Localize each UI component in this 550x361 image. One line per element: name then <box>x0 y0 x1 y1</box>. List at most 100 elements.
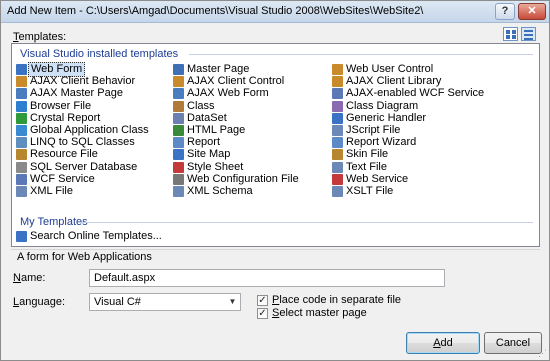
checkbox-box[interactable]: ✓ <box>257 307 268 319</box>
name-label: Name: <box>13 272 45 284</box>
template-item[interactable]: SQL Server Database <box>16 161 137 174</box>
group-header-my-templates: My Templates <box>20 216 88 228</box>
add-button-accelerator: A <box>433 337 441 349</box>
template-item-label: JScript File <box>346 124 401 136</box>
template-item-label: Crystal Report <box>30 111 101 124</box>
template-item-label: Generic Handler <box>346 111 427 124</box>
templates-list[interactable]: Visual Studio installed templates My Tem… <box>11 43 540 247</box>
jscript-file-icon <box>332 125 343 136</box>
ajax-master-page-icon <box>16 88 27 100</box>
description-bar: A form for Web Applications <box>11 249 540 263</box>
template-item[interactable]: DataSet <box>173 112 227 125</box>
help-button[interactable]: ? <box>495 3 515 20</box>
view-toggle <box>503 27 537 41</box>
master-page-icon <box>173 64 184 75</box>
language-select[interactable]: Visual C# ▼ <box>89 293 241 311</box>
template-item-label: Class Diagram <box>346 99 419 112</box>
template-item[interactable]: AJAX-enabled WCF Service <box>332 87 484 100</box>
template-item[interactable]: Browser File <box>16 100 91 113</box>
search-online-templates-item[interactable]: Search Online Templates... <box>16 230 162 243</box>
template-item[interactable]: Web User Control <box>332 63 433 76</box>
template-item[interactable]: XML File <box>16 185 73 198</box>
text-file-icon <box>332 161 343 173</box>
template-item[interactable]: WCF Service <box>16 173 95 186</box>
style-sheet-icon <box>173 161 184 173</box>
close-button[interactable]: ✕ <box>518 3 546 20</box>
language-label-text: anguage: <box>19 296 66 308</box>
template-item[interactable]: Generic Handler <box>332 112 426 125</box>
templates-label-text: emplates: <box>18 31 67 43</box>
template-item[interactable]: Crystal Report <box>16 112 100 125</box>
template-item[interactable]: Master Page <box>173 63 249 76</box>
checkbox-box[interactable]: ✓ <box>257 294 268 306</box>
place-code-label: lace code in separate file <box>279 294 402 306</box>
ajax-library-icon <box>332 76 343 88</box>
web-config-icon <box>173 173 184 185</box>
add-button[interactable]: Add <box>406 332 480 354</box>
template-item-label: LINQ to SQL Classes <box>30 136 135 149</box>
template-item-label: Master Page <box>187 63 250 75</box>
template-item[interactable]: LINQ to SQL Classes <box>16 136 135 149</box>
template-item-label: Web Configuration File <box>187 172 299 185</box>
title-bar[interactable]: Add New Item - C:\Users\Amgad\Documents\… <box>1 1 549 23</box>
ajax-wcf-icon <box>332 88 343 100</box>
template-item[interactable]: AJAX Client Library <box>332 75 441 88</box>
template-item-label: XML File <box>30 185 73 197</box>
template-item[interactable]: Web Service <box>332 173 408 186</box>
template-item-label: Web Service <box>346 172 409 185</box>
add-button-label: dd <box>440 337 453 349</box>
cancel-button[interactable]: Cancel <box>484 332 542 354</box>
template-item-label: AJAX Client Control <box>187 75 285 88</box>
select-master-page-checkbox[interactable]: ✓ Select master page <box>257 307 367 319</box>
template-item[interactable]: Global Application Class <box>16 124 149 137</box>
template-item-label: SQL Server Database <box>30 160 138 173</box>
template-item-label: AJAX Master Page <box>30 87 123 100</box>
template-item-label: Resource File <box>30 148 98 161</box>
template-item[interactable]: Report Wizard <box>332 136 416 149</box>
template-item[interactable]: Resource File <box>16 148 98 161</box>
template-item[interactable]: Text File <box>332 161 387 174</box>
template-item[interactable]: AJAX Master Page <box>16 87 123 100</box>
xml-schema-icon <box>173 186 184 197</box>
generic-handler-icon <box>332 112 343 124</box>
template-item[interactable]: AJAX Client Control <box>173 75 284 88</box>
templates-label: Templates: <box>13 31 66 43</box>
template-item-label: AJAX Web Form <box>187 87 269 100</box>
web-form-icon <box>16 64 27 75</box>
add-new-item-dialog: Add New Item - C:\Users\Amgad\Documents\… <box>0 0 550 361</box>
template-item-label: Style Sheet <box>187 160 244 173</box>
template-item[interactable]: Style Sheet <box>173 161 243 174</box>
template-item[interactable]: Web Form <box>16 62 86 77</box>
template-item[interactable]: AJAX Web Form <box>173 87 269 100</box>
template-item[interactable]: HTML Page <box>173 124 245 137</box>
ajax-web-form-icon <box>173 88 184 100</box>
large-icons-view-icon[interactable] <box>503 27 518 41</box>
global-class-icon <box>16 125 27 136</box>
template-item[interactable]: Site Map <box>173 148 230 161</box>
template-item-label: WCF Service <box>30 172 95 185</box>
window-title: Add New Item - C:\Users\Amgad\Documents\… <box>7 5 424 17</box>
template-item-label: DataSet <box>187 111 227 124</box>
template-item[interactable]: XSLT File <box>332 185 393 198</box>
name-label-accelerator: N <box>13 272 21 284</box>
template-item[interactable]: Class <box>173 100 215 113</box>
template-item-label: AJAX Client Behavior <box>30 75 136 88</box>
template-item[interactable]: Skin File <box>332 148 388 161</box>
place-code-separate-checkbox[interactable]: ✓ Place code in separate file <box>257 294 401 306</box>
template-item-label: Class <box>187 99 215 112</box>
chevron-down-icon[interactable]: ▼ <box>225 294 240 310</box>
ajax-control-icon <box>173 76 184 88</box>
template-item[interactable]: JScript File <box>332 124 400 137</box>
small-icons-view-icon[interactable] <box>521 27 536 41</box>
group-divider <box>189 54 533 55</box>
language-label: Language: <box>13 296 65 308</box>
template-item[interactable]: Class Diagram <box>332 100 418 113</box>
name-input[interactable]: Default.aspx <box>89 269 445 287</box>
template-item[interactable]: Report <box>173 136 220 149</box>
template-item[interactable]: AJAX Client Behavior <box>16 75 135 88</box>
template-item[interactable]: XML Schema <box>173 185 253 198</box>
template-item-label: HTML Page <box>187 124 246 136</box>
template-item[interactable]: Web Configuration File <box>173 173 299 186</box>
template-item-label: Search Online Templates... <box>30 230 162 242</box>
resize-grip-icon[interactable]: ⋰ <box>537 348 547 358</box>
